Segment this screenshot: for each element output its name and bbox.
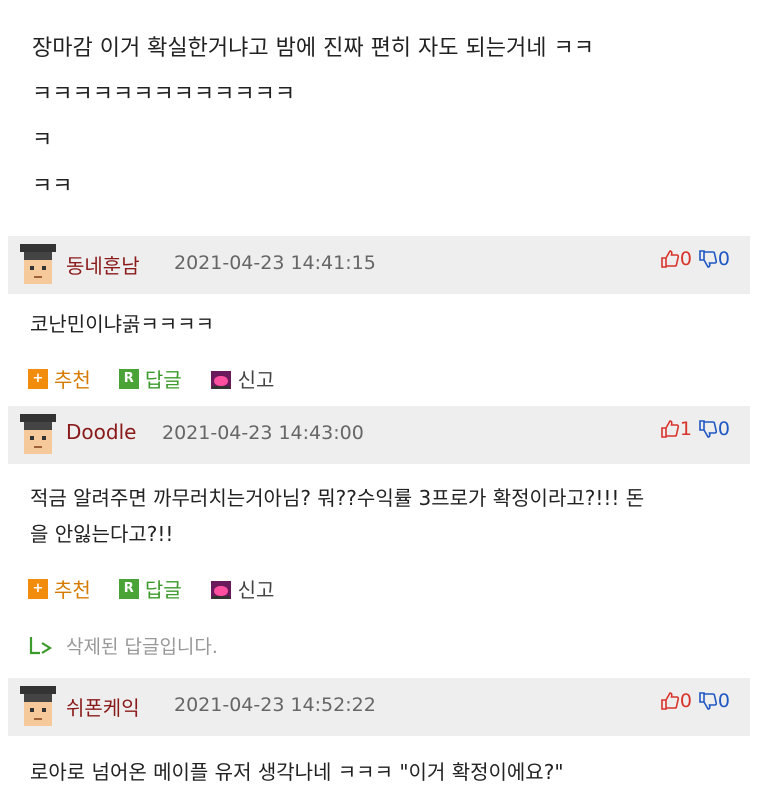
avatar-icon[interactable] <box>18 242 58 288</box>
upvote-count: 1 <box>679 418 692 440</box>
comment-header: Doodle 2021-04-23 14:43:00 1 0 <box>8 406 750 464</box>
recommend-label: 추천 <box>54 578 91 602</box>
reply-button[interactable]: R 답글 <box>118 364 182 393</box>
comment-actions: + 추천 R 답글 신고 <box>28 574 302 603</box>
comment-author[interactable]: 동네훈남 <box>66 250 140 279</box>
recommend-button[interactable]: + 추천 <box>28 574 91 603</box>
downvote-button[interactable]: 0 <box>698 418 730 440</box>
downvote-button[interactable]: 0 <box>698 248 730 270</box>
reply-label: 답글 <box>144 368 182 392</box>
thumbs-up-icon <box>661 420 679 438</box>
thumbs-down-icon <box>699 250 717 268</box>
downvote-count: 0 <box>717 418 730 440</box>
comment-body: 코난민이냐곩ㅋㅋㅋㅋ <box>30 306 750 342</box>
comment-body: 로아로 넘어온 메이플 유저 생각나네 ㅋㅋㅋ "이거 확정이에요?" <box>30 754 750 790</box>
avatar-icon[interactable] <box>18 412 58 458</box>
comment-date: 2021-04-23 14:41:15 <box>174 252 376 274</box>
report-button[interactable]: 신고 <box>210 574 275 603</box>
plus-icon: + <box>28 368 48 389</box>
vote-box: 0 0 <box>660 690 730 712</box>
reply-button[interactable]: R 답글 <box>118 574 182 603</box>
comment-line: 로아로 넘어온 메이플 유저 생각나네 ㅋㅋㅋ "이거 확정이에요?" <box>30 760 564 784</box>
reply-icon: R <box>118 368 139 389</box>
comment-author[interactable]: 쉬폰케익 <box>66 692 140 721</box>
post-line: 장마감 이거 확실한거냐고 밤에 진짜 편히 자도 되는거네 ㅋㅋ <box>32 36 594 61</box>
thumbs-down-icon <box>699 420 717 438</box>
downvote-count: 0 <box>717 690 730 712</box>
thumbs-down-icon <box>699 692 717 710</box>
deleted-reply: 삭제된 답글입니다. <box>28 632 218 659</box>
reply-label: 답글 <box>144 578 182 602</box>
thumbs-up-icon <box>661 250 679 268</box>
upvote-count: 0 <box>679 690 692 712</box>
comment-line: 을 안잃는다고?!! <box>30 522 174 546</box>
avatar-icon[interactable] <box>18 684 58 730</box>
upvote-button[interactable]: 0 <box>660 690 692 712</box>
upvote-button[interactable]: 1 <box>660 418 692 440</box>
plus-icon: + <box>28 578 48 599</box>
comment-date: 2021-04-23 14:52:22 <box>174 694 376 716</box>
post-line: ㅋㅋㅋㅋㅋㅋㅋㅋㅋㅋㅋㅋㅋ <box>32 82 296 107</box>
comment-header: 동네훈남 2021-04-23 14:41:15 0 0 <box>8 236 750 294</box>
downvote-count: 0 <box>717 248 730 270</box>
post-content: 장마감 이거 확실한거냐고 밤에 진짜 편히 자도 되는거네 ㅋㅋ ㅋㅋㅋㅋㅋㅋ… <box>32 26 752 210</box>
vote-box: 0 0 <box>660 248 730 270</box>
downvote-button[interactable]: 0 <box>698 690 730 712</box>
comment-date: 2021-04-23 14:43:00 <box>162 422 364 444</box>
upvote-count: 0 <box>679 248 692 270</box>
post-line: ㅋㅋ <box>32 174 73 199</box>
recommend-button[interactable]: + 추천 <box>28 364 91 393</box>
deleted-reply-text: 삭제된 답글입니다. <box>66 636 218 658</box>
report-label: 신고 <box>237 578 275 602</box>
comment-line: 코난민이냐곩ㅋㅋㅋㅋ <box>30 312 214 336</box>
report-label: 신고 <box>237 368 275 392</box>
reply-icon: R <box>118 578 139 599</box>
comment-actions: + 추천 R 답글 신고 <box>28 364 302 393</box>
vote-box: 1 0 <box>660 418 730 440</box>
reply-arrow-icon <box>29 636 53 654</box>
thumbs-up-icon <box>661 692 679 710</box>
siren-icon <box>210 370 231 389</box>
recommend-label: 추천 <box>54 368 91 392</box>
report-button[interactable]: 신고 <box>210 364 275 393</box>
comment-line: 적금 알려주면 까무러치는거아님? 뭐??수익률 3프로가 확정이라고?!!! … <box>30 486 645 510</box>
post-line: ㅋ <box>32 128 53 153</box>
comment-author[interactable]: Doodle <box>66 420 136 444</box>
upvote-button[interactable]: 0 <box>660 248 692 270</box>
comment-header: 쉬폰케익 2021-04-23 14:52:22 0 0 <box>8 678 750 736</box>
comment-body: 적금 알려주면 까무러치는거아님? 뭐??수익률 3프로가 확정이라고?!!! … <box>30 480 750 552</box>
siren-icon <box>210 580 231 599</box>
